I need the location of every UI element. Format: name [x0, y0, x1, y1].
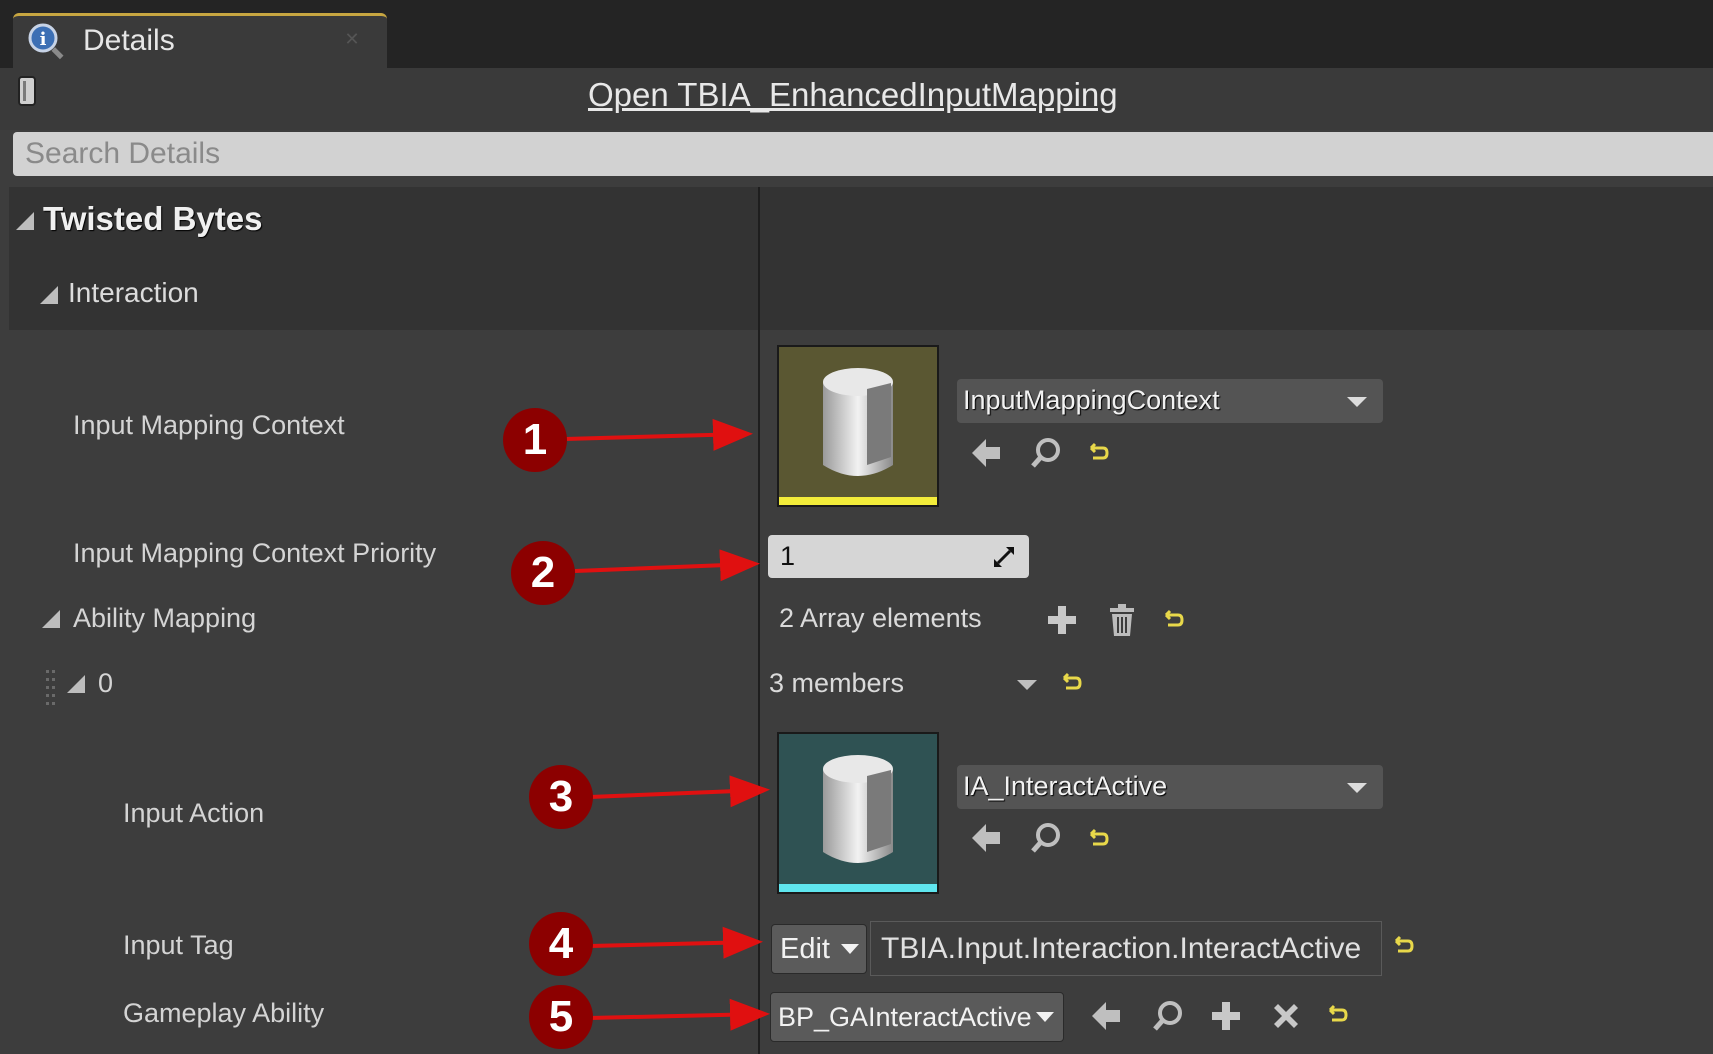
- browse-search-icon[interactable]: [1028, 435, 1064, 471]
- details-header: Open TBIA_EnhancedInputMapping: [0, 68, 1713, 130]
- annotation-badge: 5: [529, 985, 593, 1049]
- asset-combo[interactable]: IA_InteractActive: [957, 765, 1383, 809]
- element-index-label: 0: [98, 668, 114, 698]
- members-count: 3 members: [769, 668, 905, 698]
- subcategory-row[interactable]: [9, 253, 1713, 330]
- reset-arrow-icon[interactable]: [1058, 670, 1086, 698]
- trash-icon[interactable]: [1104, 602, 1140, 638]
- gameplay-ability-label: Gameplay Ability: [123, 998, 325, 1028]
- asset-type-bar: [779, 884, 937, 892]
- tag-edit-label: Edit: [780, 933, 830, 965]
- input-tag-label: Input Tag: [123, 930, 234, 960]
- collapse-arrow-icon[interactable]: [42, 610, 60, 628]
- annotation-arrow: [589, 775, 770, 808]
- ability-mapping-label: Ability Mapping: [73, 603, 257, 633]
- input-mapping-context-label: Input Mapping Context: [73, 410, 345, 440]
- resize-drag-icon[interactable]: [992, 545, 1016, 569]
- tag-edit-button[interactable]: Edit: [771, 924, 867, 974]
- class-picker-button[interactable]: BP_GAInteractActive: [770, 992, 1064, 1042]
- asset-thumbnail[interactable]: [777, 732, 939, 894]
- category-row[interactable]: [9, 187, 1713, 253]
- reset-arrow-icon[interactable]: [1160, 607, 1188, 635]
- add-element-icon[interactable]: [1044, 602, 1080, 638]
- reset-arrow-icon[interactable]: [1390, 933, 1418, 961]
- array-elements-count: 2 Array elements: [779, 603, 982, 633]
- browse-search-icon[interactable]: [1150, 998, 1186, 1034]
- annotation-badge: 3: [529, 765, 593, 829]
- asset-combo-value: IA_InteractActive: [963, 771, 1168, 801]
- gameplay-tag-field[interactable]: TBIA.Input.Interaction.InteractActive: [870, 921, 1382, 976]
- browse-search-icon[interactable]: [1028, 820, 1064, 856]
- tab-label: Details: [83, 24, 175, 57]
- svg-text:i: i: [40, 29, 47, 50]
- annotation-badge: 1: [503, 408, 567, 472]
- asset-icon: [823, 755, 893, 863]
- annotation-badge: 4: [529, 912, 593, 976]
- close-icon[interactable]: ✕: [343, 30, 361, 48]
- lock-icon[interactable]: [16, 75, 40, 109]
- asset-icon: [823, 368, 893, 476]
- chevron-down-icon: [1347, 397, 1367, 407]
- chevron-down-icon: [1036, 1012, 1054, 1022]
- collapse-arrow-icon[interactable]: [67, 675, 85, 693]
- input-action-label: Input Action: [123, 798, 265, 828]
- annotation-arrow: [589, 926, 763, 959]
- clear-icon[interactable]: [1268, 998, 1304, 1034]
- gameplay-tag-value: TBIA.Input.Interaction.InteractActive: [881, 932, 1362, 965]
- annotation-arrow: [589, 998, 770, 1031]
- collapse-arrow-icon[interactable]: [16, 212, 34, 230]
- add-new-icon[interactable]: [1208, 998, 1244, 1034]
- asset-combo-value: InputMappingContext: [963, 385, 1220, 415]
- reset-arrow-icon[interactable]: [1085, 440, 1113, 468]
- tab-details[interactable]: i Details ✕: [13, 13, 387, 68]
- use-selected-arrow-icon[interactable]: [968, 435, 1004, 471]
- class-picker-value: BP_GAInteractActive: [778, 1002, 1032, 1032]
- priority-label: Input Mapping Context Priority: [73, 538, 437, 568]
- chevron-down-icon: [1347, 783, 1367, 793]
- asset-thumbnail[interactable]: [777, 345, 939, 507]
- reset-arrow-icon[interactable]: [1324, 1002, 1352, 1030]
- asset-type-bar: [779, 497, 937, 505]
- collapse-arrow-icon[interactable]: [40, 286, 58, 304]
- category-title: Twisted Bytes: [43, 200, 263, 237]
- chevron-down-icon[interactable]: [1016, 678, 1038, 692]
- info-magnifier-icon: i: [28, 23, 64, 60]
- reset-arrow-icon[interactable]: [1085, 826, 1113, 854]
- use-selected-arrow-icon[interactable]: [968, 820, 1004, 856]
- asset-combo[interactable]: InputMappingContext: [957, 379, 1383, 423]
- use-selected-arrow-icon[interactable]: [1088, 998, 1124, 1034]
- annotation-arrow: [564, 418, 753, 451]
- tab-strip: i Details ✕: [0, 0, 1713, 68]
- priority-number-field[interactable]: 1: [768, 535, 1029, 578]
- annotation-badge: 2: [511, 541, 575, 605]
- column-divider[interactable]: [758, 187, 760, 1054]
- chevron-down-icon: [841, 944, 859, 954]
- open-asset-link[interactable]: Open TBIA_EnhancedInputMapping: [588, 76, 1118, 114]
- priority-value: 1: [780, 541, 796, 571]
- drag-handle-icon[interactable]: [44, 668, 58, 706]
- annotation-arrow: [574, 549, 760, 582]
- subcategory-title: Interaction: [68, 277, 199, 308]
- search-input[interactable]: [13, 132, 1713, 176]
